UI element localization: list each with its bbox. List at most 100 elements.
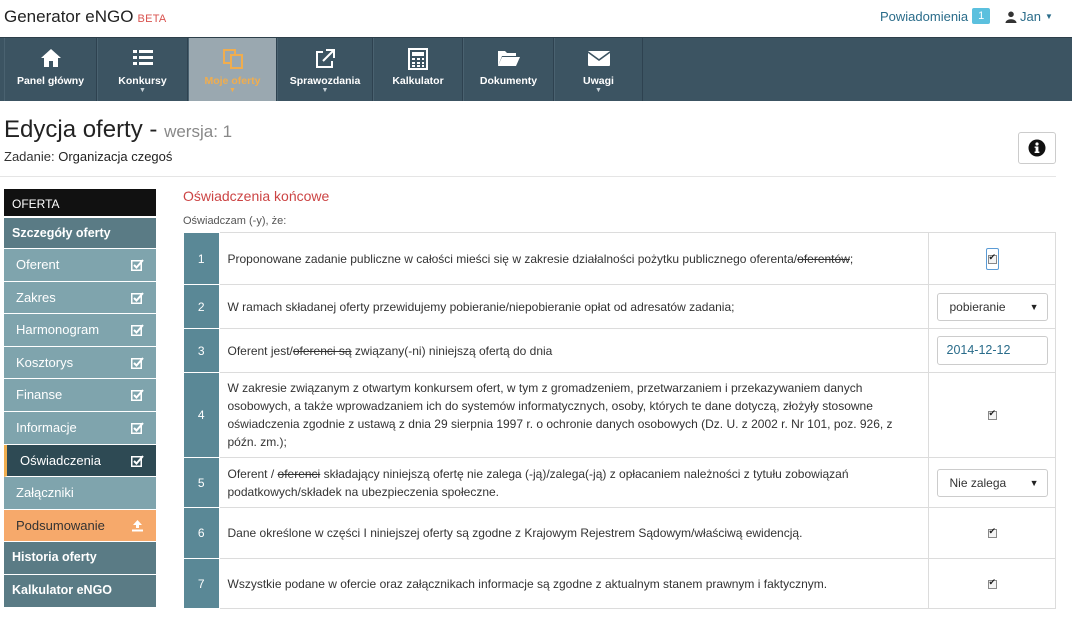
statement-checkbox[interactable] bbox=[987, 577, 997, 589]
sidebar-item-label: Załączniki bbox=[16, 485, 74, 501]
statement-checkbox[interactable] bbox=[987, 526, 997, 539]
sidebar-item-informacje[interactable]: Informacje bbox=[4, 411, 156, 445]
notifications-count-badge: 1 bbox=[972, 8, 991, 24]
info-icon bbox=[1028, 139, 1046, 157]
check-square-icon bbox=[131, 324, 144, 337]
main-nav: Panel główny Konkursy ▼ Moje oferty ▼ Sp… bbox=[0, 37, 1072, 101]
sidebar: OFERTA Szczegóły oferty Oferent Zakres H… bbox=[4, 189, 156, 608]
sidebar-item-label: Zakres bbox=[16, 289, 56, 305]
calculator-icon bbox=[408, 48, 428, 70]
sidebar-item-oswiadczenia[interactable]: Oświadczenia bbox=[4, 444, 156, 478]
folder-open-icon bbox=[497, 51, 520, 66]
sidebar-item-historia-oferty[interactable]: Historia oferty bbox=[4, 542, 156, 575]
table-row: 4 W zakresie związanym z otwartym konkur… bbox=[184, 372, 1056, 458]
check-square-icon bbox=[131, 291, 144, 304]
sidebar-item-finanse[interactable]: Finanse bbox=[4, 379, 156, 412]
row-control bbox=[928, 372, 1056, 458]
envelope-icon bbox=[587, 51, 610, 66]
row-number: 4 bbox=[184, 372, 220, 458]
sidebar-item-oferent[interactable]: Oferent bbox=[4, 249, 156, 282]
user-icon bbox=[1005, 11, 1017, 23]
row-control bbox=[928, 558, 1056, 609]
row-control: 2014-12-12 bbox=[928, 328, 1056, 373]
checkbox-focus-ring bbox=[985, 247, 999, 270]
table-row: 1 Proponowane zadanie publiczne w całośc… bbox=[184, 232, 1056, 285]
task-line: Zadanie: Organizacja czegoś bbox=[4, 149, 172, 164]
row-text: W zakresie związanym z otwartym konkurse… bbox=[218, 372, 929, 458]
row-control: pobieranie ▼ bbox=[928, 284, 1056, 329]
notifications-link[interactable]: Powiadomienia 1 bbox=[880, 8, 991, 24]
home-icon bbox=[40, 49, 61, 67]
app-brand[interactable]: Generator eNGO BETA bbox=[4, 7, 167, 27]
nav-label: Moje oferty bbox=[204, 75, 261, 87]
info-button[interactable] bbox=[1018, 132, 1056, 164]
page-title-text: Edycja oferty bbox=[4, 116, 143, 143]
task-label: Zadanie: bbox=[4, 149, 55, 164]
chevron-down-icon: ▼ bbox=[1044, 12, 1053, 21]
row-text: W ramach składanej oferty przewidujemy p… bbox=[218, 284, 929, 329]
nav-item-konkursy[interactable]: Konkursy ▼ bbox=[97, 38, 188, 101]
sidebar-item-label: Oświadczenia bbox=[20, 452, 101, 468]
user-menu[interactable]: Jan ▼ bbox=[1005, 9, 1053, 24]
chevron-down-icon: ▼ bbox=[595, 87, 602, 94]
statement-checkbox[interactable] bbox=[987, 408, 997, 421]
divider bbox=[0, 176, 1056, 177]
nav-item-uwagi[interactable]: Uwagi ▼ bbox=[554, 38, 643, 101]
nav-item-moje-oferty[interactable]: Moje oferty ▼ bbox=[188, 38, 277, 101]
row-number: 6 bbox=[184, 507, 220, 559]
notifications-label: Powiadomienia bbox=[880, 8, 969, 24]
chevron-down-icon: ▼ bbox=[1029, 477, 1039, 488]
statement-checkbox[interactable] bbox=[987, 252, 997, 264]
sidebar-item-kosztorys[interactable]: Kosztorys bbox=[4, 346, 156, 380]
sidebar-item-podsumowanie[interactable]: Podsumowanie bbox=[4, 509, 156, 543]
sidebar-group-szczegoly-oferty[interactable]: Szczegóły oferty bbox=[4, 218, 156, 249]
section-title: Oświadczenia końcowe bbox=[183, 188, 330, 204]
nav-item-sprawozdania[interactable]: Sprawozdania ▼ bbox=[277, 38, 373, 101]
sidebar-item-kalkulator-engo[interactable]: Kalkulator eNGO bbox=[4, 574, 156, 608]
row-text: Oferent jest/oferenci są związany(-ni) n… bbox=[218, 328, 929, 373]
table-row: 7 Wszystkie podane w ofercie oraz załącz… bbox=[184, 558, 1056, 609]
check-square-icon bbox=[131, 389, 144, 402]
sidebar-item-zakres[interactable]: Zakres bbox=[4, 281, 156, 315]
nav-item-panel-glowny[interactable]: Panel główny bbox=[4, 38, 97, 101]
declaration-intro: Oświadczam (-y), że: bbox=[183, 215, 287, 227]
sidebar-item-label: Harmonogram bbox=[16, 322, 100, 338]
row-control bbox=[928, 507, 1056, 559]
nav-item-kalkulator[interactable]: Kalkulator bbox=[373, 38, 463, 101]
row-number: 3 bbox=[184, 328, 220, 373]
app-title[interactable]: Generator eNGO bbox=[4, 7, 133, 26]
chevron-down-icon: ▼ bbox=[1029, 301, 1039, 312]
nav-label: Uwagi bbox=[583, 75, 614, 87]
row-number: 2 bbox=[184, 284, 220, 329]
sidebar-item-harmonogram[interactable]: Harmonogram bbox=[4, 314, 156, 347]
sidebar-item-label: Podsumowanie bbox=[16, 517, 105, 533]
check-square-icon bbox=[131, 454, 144, 467]
beta-badge: BETA bbox=[137, 13, 167, 25]
row-number: 7 bbox=[184, 558, 220, 609]
nav-item-dokumenty[interactable]: Dokumenty bbox=[463, 38, 554, 101]
declarations-table: 1 Proponowane zadanie publiczne w całośc… bbox=[184, 232, 1056, 609]
chevron-down-icon: ▼ bbox=[229, 87, 236, 94]
sidebar-header: OFERTA bbox=[4, 189, 156, 218]
nav-label: Sprawozdania bbox=[289, 75, 361, 87]
sidebar-item-label: Informacje bbox=[16, 419, 77, 435]
row-number: 5 bbox=[184, 457, 220, 508]
row-control: Nie zalega ▼ bbox=[928, 457, 1056, 508]
sidebar-item-label: Kosztorys bbox=[16, 354, 74, 370]
arrears-select[interactable]: Nie zalega ▼ bbox=[936, 468, 1048, 497]
offer-valid-date-input[interactable]: 2014-12-12 bbox=[936, 336, 1048, 365]
row-number: 1 bbox=[184, 232, 220, 285]
page-version: wersja: 1 bbox=[164, 122, 233, 141]
copy-icon bbox=[222, 49, 243, 69]
nav-label: Dokumenty bbox=[479, 75, 538, 87]
sidebar-item-zalaczniki[interactable]: Załączniki bbox=[4, 477, 156, 510]
task-name: Organizacja czegoś bbox=[58, 149, 173, 164]
row-control bbox=[928, 232, 1056, 285]
page-title: Edycja oferty - wersja: 1 bbox=[4, 116, 232, 144]
table-row: 6 Dane określone w części I niniejszej o… bbox=[184, 507, 1056, 559]
user-name: Jan bbox=[1020, 9, 1041, 24]
table-row: 2 W ramach składanej oferty przewidujemy… bbox=[184, 284, 1056, 329]
table-row: 3 Oferent jest/oferenci są związany(-ni)… bbox=[184, 328, 1056, 373]
fees-select[interactable]: pobieranie ▼ bbox=[936, 292, 1048, 321]
sidebar-item-label: Finanse bbox=[16, 387, 63, 403]
